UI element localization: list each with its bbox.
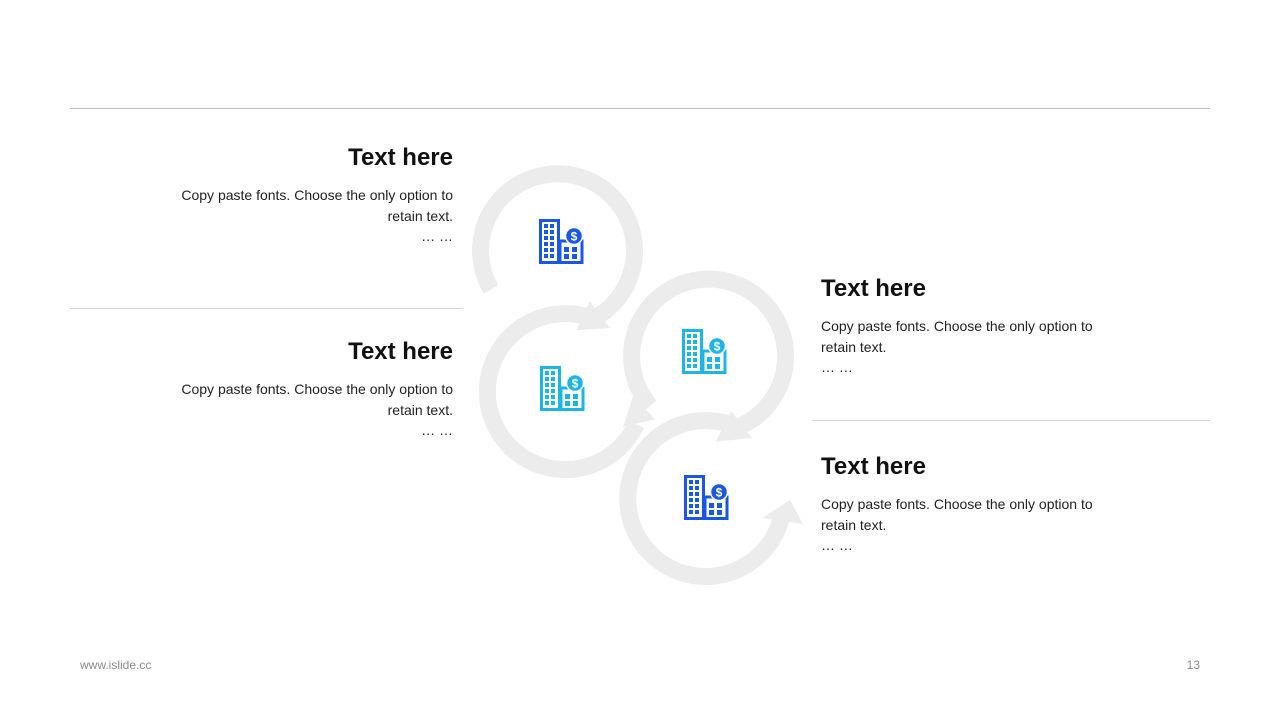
building-dollar-icon (540, 366, 585, 411)
page-number: 13 (1186, 658, 1200, 672)
text-block-4: Text here Copy paste fonts. Choose the o… (821, 453, 1111, 554)
footer-url: www.islide.cc (80, 658, 152, 672)
block-title: Text here (348, 338, 453, 365)
block-body: Copy paste fonts. Choose the only option… (181, 187, 453, 224)
building-dollar-icon (684, 475, 729, 520)
building-dollar-icon (539, 219, 584, 264)
text-block-3: Text here Copy paste fonts. Choose the o… (821, 275, 1111, 376)
block-title: Text here (348, 144, 453, 171)
block-ellipsis: … … (821, 359, 853, 375)
block-body: Copy paste fonts. Choose the only option… (181, 381, 453, 418)
block-ellipsis: … … (821, 537, 853, 553)
text-block-1: Text here Copy paste fonts. Choose the o… (150, 144, 453, 245)
block-title: Text here (821, 453, 926, 480)
block-body: Copy paste fonts. Choose the only option… (821, 318, 1093, 355)
text-block-2: Text here Copy paste fonts. Choose the o… (150, 338, 453, 439)
block-ellipsis: … … (421, 228, 453, 244)
building-dollar-icon (682, 329, 727, 374)
block-title: Text here (821, 275, 926, 302)
block-body: Copy paste fonts. Choose the only option… (821, 496, 1093, 533)
block-ellipsis: … … (421, 422, 453, 438)
